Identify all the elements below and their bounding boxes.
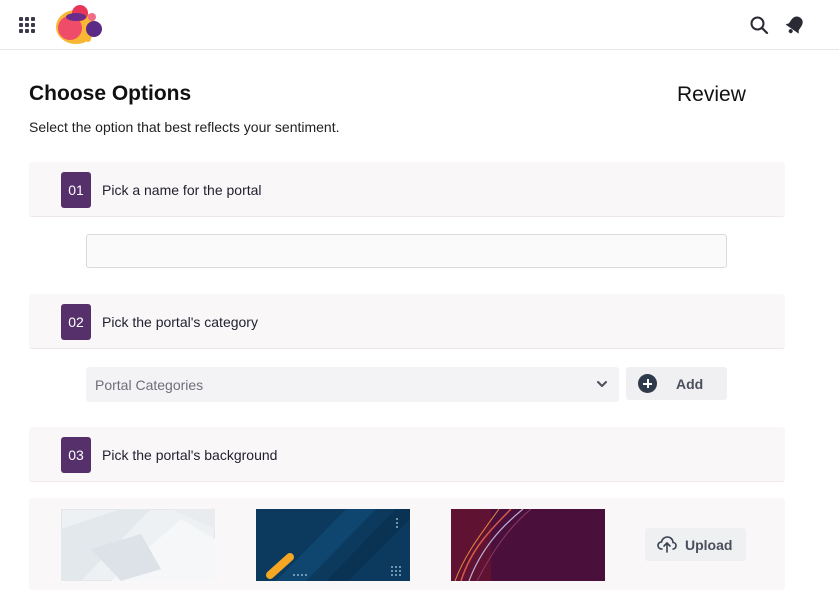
chevron-down-icon xyxy=(597,381,607,387)
step-number-badge: 01 xyxy=(61,172,91,208)
page-subtitle: Select the option that best reflects you… xyxy=(29,119,340,135)
upload-button-label: Upload xyxy=(685,537,733,553)
bell-icon[interactable] xyxy=(785,14,805,36)
review-title[interactable]: Review xyxy=(677,83,746,107)
step-number-badge: 03 xyxy=(61,437,91,473)
background-option-dark-blue[interactable] xyxy=(256,509,410,581)
step-name-header: 01 Pick a name for the portal xyxy=(29,162,785,217)
background-option-light[interactable] xyxy=(61,509,215,581)
search-icon[interactable] xyxy=(749,15,769,35)
step-label: Pick a name for the portal xyxy=(102,182,262,198)
portal-category-select[interactable]: Portal Categories xyxy=(86,367,619,402)
background-option-maroon[interactable] xyxy=(451,509,605,581)
step-label: Pick the portal's background xyxy=(102,447,278,463)
add-category-button[interactable]: Add xyxy=(626,367,727,400)
brand-logo[interactable] xyxy=(52,3,106,47)
page-title: Choose Options xyxy=(29,82,192,105)
plus-circle-icon xyxy=(638,374,657,393)
step-category-header: 02 Pick the portal's category xyxy=(29,294,785,349)
step-background-header: 03 Pick the portal's background xyxy=(29,427,785,482)
category-select-placeholder: Portal Categories xyxy=(95,377,204,393)
upload-background-button[interactable]: Upload xyxy=(645,528,746,561)
add-button-label: Add xyxy=(676,376,704,392)
cloud-upload-icon xyxy=(657,536,677,553)
top-bar xyxy=(0,0,839,50)
apps-grid-icon[interactable] xyxy=(19,17,35,33)
step-label: Pick the portal's category xyxy=(102,314,258,330)
portal-name-input[interactable] xyxy=(86,234,727,268)
step-number-badge: 02 xyxy=(61,304,91,340)
